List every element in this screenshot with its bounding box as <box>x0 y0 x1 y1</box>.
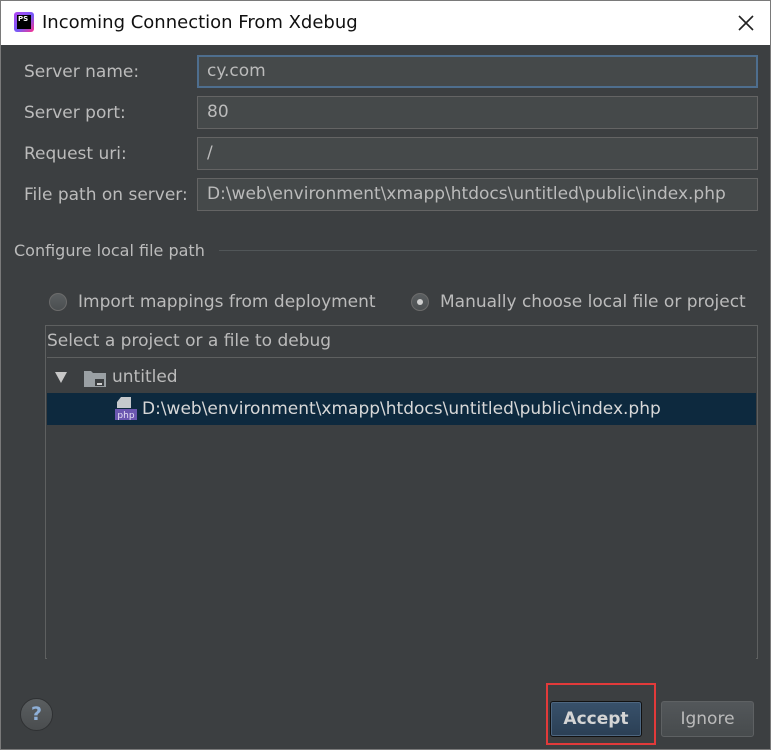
file-path-input[interactable]: D:\web\environment\xmapp\htdocs\untitled… <box>197 178 758 211</box>
expand-collapse-icon[interactable] <box>55 372 67 383</box>
tree-row-untitled[interactable]: untitled <box>47 361 756 393</box>
radio-import-indicator[interactable] <box>49 293 67 311</box>
app-icon-text: PS <box>17 15 31 29</box>
close-button[interactable] <box>722 1 770 45</box>
radio-manual-choose[interactable]: Manually choose local file or project <box>411 290 746 314</box>
php-file-icon: php <box>115 397 137 421</box>
request-uri-label: Request uri: <box>24 144 127 164</box>
local-path-section-title: Configure local file path <box>14 241 205 260</box>
server-name-input[interactable]: cy.com <box>197 55 758 88</box>
help-button[interactable]: ? <box>20 698 53 731</box>
file-path-label: File path on server: <box>24 185 188 205</box>
php-icon-text: php <box>117 411 134 421</box>
xdebug-dialog: PS Incoming Connection From Xdebug Serve… <box>0 0 771 750</box>
radio-import-mappings[interactable]: Import mappings from deployment <box>49 290 376 314</box>
project-folder-icon <box>84 371 106 387</box>
tree-file-label: D:\web\environment\xmapp\htdocs\untitled… <box>142 399 661 419</box>
tree-row-index-php[interactable]: php D:\web\environment\xmapp\htdocs\unti… <box>47 393 756 425</box>
radio-import-label: Import mappings from deployment <box>78 292 376 312</box>
tree-root-label: untitled <box>112 367 178 387</box>
server-port-label: Server port: <box>24 103 126 123</box>
window-title: Incoming Connection From Xdebug <box>42 12 358 33</box>
title-bar: PS Incoming Connection From Xdebug <box>1 1 770 45</box>
ignore-button[interactable]: Ignore <box>661 701 754 737</box>
server-port-input[interactable]: 80 <box>197 96 758 129</box>
close-icon <box>738 15 754 31</box>
section-divider <box>219 250 757 251</box>
tree-header: Select a project or a file to debug <box>47 331 332 351</box>
radio-manual-label: Manually choose local file or project <box>440 292 746 312</box>
radio-manual-indicator[interactable] <box>411 293 429 311</box>
project-file-tree-panel: Select a project or a file to debug unti… <box>45 325 758 659</box>
accept-button[interactable]: Accept <box>550 701 642 737</box>
project-tree[interactable]: untitled php D:\web\environment\xmapp\ht… <box>47 357 756 659</box>
phpstorm-app-icon: PS <box>14 12 34 32</box>
request-uri-input[interactable]: / <box>197 137 758 170</box>
server-name-label: Server name: <box>24 62 140 82</box>
